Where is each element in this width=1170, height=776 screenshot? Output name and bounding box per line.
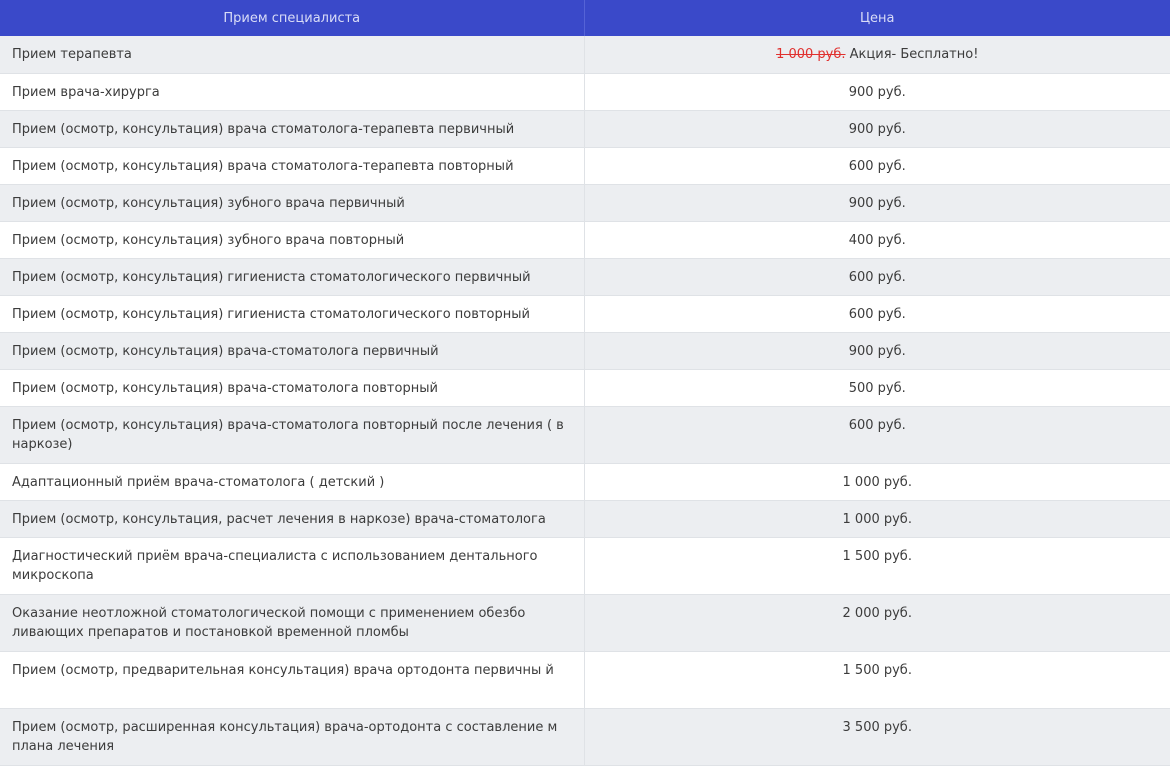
table-row: Прием (осмотр, консультация) гигиениста … bbox=[0, 258, 1170, 296]
old-price: 1 000 руб. bbox=[776, 47, 846, 62]
service-name: Прием (осмотр, консультация) зубного вра… bbox=[0, 184, 585, 222]
service-price: 600 руб. bbox=[584, 295, 1170, 333]
service-name: Прием (осмотр, консультация) гигиениста … bbox=[0, 295, 585, 333]
promo-price: Акция- Бесплатно! bbox=[849, 47, 979, 62]
table-row: Прием терапевта 1 000 руб. Акция- Беспла… bbox=[0, 36, 1170, 74]
table-row: Прием (осмотр, расширенная консультация)… bbox=[0, 708, 1170, 766]
service-price: 500 руб. bbox=[584, 369, 1170, 407]
service-name: Адаптационный приём врача-стоматолога ( … bbox=[0, 463, 585, 501]
service-name: Прием (осмотр, консультация) врача-стома… bbox=[0, 369, 585, 407]
table-row: Прием (осмотр, консультация, расчет лече… bbox=[0, 500, 1170, 538]
service-price: 900 руб. bbox=[584, 110, 1170, 148]
service-name: Прием (осмотр, консультация) врача стома… bbox=[0, 147, 585, 185]
table-row: Прием (осмотр, консультация) врача-стома… bbox=[0, 406, 1170, 464]
service-name: Оказание неотложной стоматологической по… bbox=[0, 594, 585, 652]
table-row: Адаптационный приём врача-стоматолога ( … bbox=[0, 463, 1170, 501]
table-row: Прием (осмотр, предварительная консульта… bbox=[0, 651, 1170, 709]
table-row: Прием (осмотр, консультация) врача стома… bbox=[0, 110, 1170, 148]
service-price: 600 руб. bbox=[584, 147, 1170, 185]
service-name: Прием (осмотр, консультация) врача-стома… bbox=[0, 406, 585, 464]
service-name: Прием (осмотр, консультация) врача стома… bbox=[0, 110, 585, 148]
service-name: Прием терапевта bbox=[0, 36, 585, 74]
table-header: Прием специалиста Цена bbox=[0, 0, 1170, 36]
service-name: Прием (осмотр, консультация) гигиениста … bbox=[0, 258, 585, 296]
service-price: 1 500 руб. bbox=[584, 537, 1170, 595]
service-name: Прием (осмотр, консультация) врача-стома… bbox=[0, 332, 585, 370]
table-row: Диагностический приём врача-специалиста … bbox=[0, 537, 1170, 595]
service-name: Прием (осмотр, консультация) зубного вра… bbox=[0, 221, 585, 259]
service-price: 3 500 руб. bbox=[584, 708, 1170, 766]
table-row: Прием (осмотр, консультация) врача-стома… bbox=[0, 369, 1170, 407]
service-price: 900 руб. bbox=[584, 73, 1170, 111]
service-price-cell: 1 000 руб. Акция- Бесплатно! bbox=[584, 36, 1170, 74]
price-table: Прием специалиста Цена Прием терапевта 1… bbox=[0, 0, 1170, 766]
service-price: 1 000 руб. bbox=[584, 463, 1170, 501]
table-row: Прием врача-хирурга 900 руб. bbox=[0, 73, 1170, 111]
service-name: Прием (осмотр, расширенная консультация)… bbox=[0, 708, 585, 766]
service-price: 600 руб. bbox=[584, 258, 1170, 296]
service-price: 600 руб. bbox=[584, 406, 1170, 464]
service-price: 1 000 руб. bbox=[584, 500, 1170, 538]
service-price: 900 руб. bbox=[584, 332, 1170, 370]
service-price: 900 руб. bbox=[584, 184, 1170, 222]
table-row: Прием (осмотр, консультация) врача стома… bbox=[0, 147, 1170, 185]
service-price: 400 руб. bbox=[584, 221, 1170, 259]
service-name: Диагностический приём врача-специалиста … bbox=[0, 537, 585, 595]
table-row: Прием (осмотр, консультация) зубного вра… bbox=[0, 221, 1170, 259]
header-row: Прием специалиста Цена bbox=[0, 0, 1170, 36]
service-price: 1 500 руб. bbox=[584, 651, 1170, 709]
service-price: 2 000 руб. bbox=[584, 594, 1170, 652]
table-row: Прием (осмотр, консультация) гигиениста … bbox=[0, 295, 1170, 333]
column-header-price: Цена bbox=[584, 0, 1170, 36]
table-row: Прием (осмотр, консультация) врача-стома… bbox=[0, 332, 1170, 370]
table-row: Прием (осмотр, консультация) зубного вра… bbox=[0, 184, 1170, 222]
table-row: Оказание неотложной стоматологической по… bbox=[0, 594, 1170, 652]
column-header-service: Прием специалиста bbox=[0, 0, 585, 36]
service-name: Прием (осмотр, консультация, расчет лече… bbox=[0, 500, 585, 538]
service-name: Прием врача-хирурга bbox=[0, 73, 585, 111]
service-name: Прием (осмотр, предварительная консульта… bbox=[0, 651, 585, 709]
